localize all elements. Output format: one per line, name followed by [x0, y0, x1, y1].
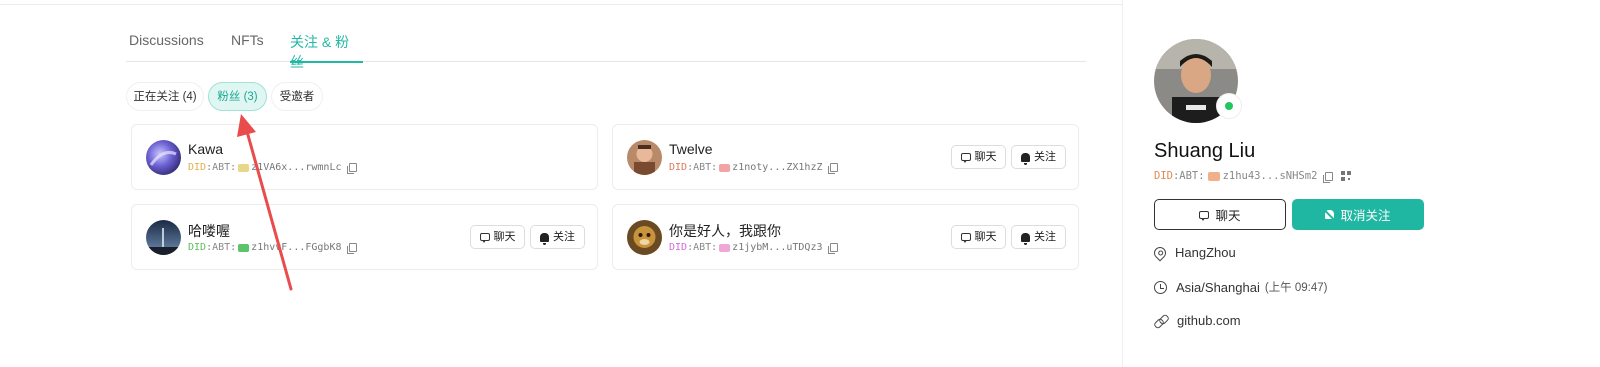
did-value: z1jybM...uTDQz3: [732, 242, 823, 253]
avatar[interactable]: [627, 220, 662, 255]
did-address: DID:ABT: z1VA6x...rwmnLc: [188, 162, 358, 174]
tab-nfts[interactable]: NFTs: [231, 32, 264, 62]
location-pin-icon: [1151, 244, 1169, 261]
chat-button[interactable]: 聊天: [470, 225, 525, 249]
avatar[interactable]: [627, 140, 662, 175]
follow-label: 关注: [553, 231, 575, 243]
did-avatar-icon: [238, 243, 250, 252]
bell-icon: [1021, 152, 1030, 165]
did-type: :ABT:: [206, 162, 237, 173]
copy-icon[interactable]: [1323, 171, 1334, 183]
avatar[interactable]: [146, 140, 181, 175]
follow-label: 关注: [1034, 151, 1056, 163]
profile-timezone: Asia/Shanghai (上午 09:47): [1154, 279, 1327, 295]
sidebar-divider: [1122, 0, 1123, 367]
did-prefix: DID: [188, 162, 207, 173]
did-address: DID:ABT: z1jybM...uTDQz3: [669, 242, 839, 254]
top-divider: [0, 4, 1122, 5]
did-value: z1hu43...sNHSm2: [1222, 170, 1318, 182]
did-prefix: DID: [669, 242, 688, 253]
user-card: 你是好人，我跟你 DID:ABT: z1jybM...uTDQz3 聊天 关注: [612, 204, 1079, 270]
did-prefix: DID: [669, 162, 688, 173]
did-prefix: DID: [188, 242, 207, 253]
copy-icon[interactable]: [347, 243, 358, 254]
user-card: Kawa DID:ABT: z1VA6x...rwmnLc: [131, 124, 598, 190]
did-avatar-icon: [1207, 171, 1220, 181]
qr-code-icon[interactable]: [1341, 171, 1352, 181]
did-avatar-icon: [719, 243, 731, 252]
follow-label: 关注: [1034, 231, 1056, 243]
clock-icon: [1154, 280, 1167, 294]
user-card: Twelve DID:ABT: z1noty...ZX1hzZ 聊天 关注: [612, 124, 1079, 190]
did-type: :ABT:: [206, 242, 237, 253]
profile-did: DID:ABT: z1hu43...sNHSm2: [1154, 170, 1352, 183]
unfollow-button[interactable]: 取消关注: [1292, 199, 1424, 230]
local-time-text: (上午 09:47): [1264, 282, 1328, 294]
did-value: z1VA6x...rwmnLc: [251, 162, 342, 173]
chat-button[interactable]: 聊天: [951, 145, 1006, 169]
chat-icon: [960, 233, 971, 243]
did-avatar-icon: [719, 163, 731, 172]
profile-chat-button[interactable]: 聊天: [1154, 199, 1286, 230]
did-type: :ABT:: [687, 242, 718, 253]
location-text: HangZhou: [1175, 245, 1236, 260]
tab-follow-fans[interactable]: 关注 & 粉丝: [290, 32, 363, 70]
did-type: :ABT:: [1172, 170, 1205, 182]
chat-button[interactable]: 聊天: [951, 225, 1006, 249]
filter-invited[interactable]: 受邀者: [271, 82, 323, 111]
filter-fans[interactable]: 粉丝 (3): [208, 82, 267, 111]
tab-discussions[interactable]: Discussions: [129, 32, 204, 62]
follow-button[interactable]: 关注: [1011, 225, 1066, 249]
did-type: :ABT:: [687, 162, 718, 173]
follow-button[interactable]: 关注: [1011, 145, 1066, 169]
link-text[interactable]: github.com: [1177, 313, 1241, 328]
did-address: DID:ABT: z1noty...ZX1hzZ: [669, 162, 839, 174]
user-name[interactable]: 你是好人，我跟你: [669, 221, 781, 241]
timezone-text: Asia/Shanghai: [1176, 279, 1260, 295]
online-status-icon: [1216, 93, 1242, 119]
follow-button[interactable]: 关注: [530, 225, 585, 249]
bell-off-icon: [1325, 210, 1335, 219]
profile-tabs: Discussions NFTs 关注 & 粉丝: [126, 26, 1086, 70]
filter-following[interactable]: 正在关注 (4): [126, 82, 204, 111]
bell-icon: [1021, 232, 1030, 245]
unfollow-label: 取消关注: [1340, 209, 1391, 223]
user-name[interactable]: Kawa: [188, 141, 223, 157]
user-card: 哈喽喔 DID:ABT: z1hvvF...FGgbK8 聊天 关注: [131, 204, 598, 270]
bell-icon: [540, 232, 549, 245]
chat-label: 聊天: [1215, 209, 1241, 223]
avatar[interactable]: [146, 220, 181, 255]
copy-icon[interactable]: [828, 163, 839, 174]
did-avatar-icon: [238, 163, 250, 172]
did-value: z1hvvF...FGgbK8: [251, 242, 342, 253]
copy-icon[interactable]: [828, 243, 839, 254]
chat-label: 聊天: [974, 231, 997, 243]
user-name[interactable]: 哈喽喔: [188, 221, 230, 241]
did-address: DID:ABT: z1hvvF...FGgbK8: [188, 242, 358, 254]
chat-icon: [960, 153, 971, 163]
did-value: z1noty...ZX1hzZ: [732, 162, 823, 173]
chat-icon: [1199, 210, 1210, 221]
chat-icon: [479, 233, 490, 243]
chat-label: 聊天: [493, 231, 516, 243]
did-prefix: DID: [1154, 170, 1173, 182]
profile-name: Shuang Liu: [1154, 140, 1256, 162]
user-name[interactable]: Twelve: [669, 141, 713, 157]
link-icon: [1154, 314, 1168, 328]
chat-label: 聊天: [974, 151, 997, 163]
profile-location: HangZhou: [1151, 244, 1236, 261]
copy-icon[interactable]: [347, 163, 358, 174]
profile-link[interactable]: github.com: [1154, 313, 1241, 328]
